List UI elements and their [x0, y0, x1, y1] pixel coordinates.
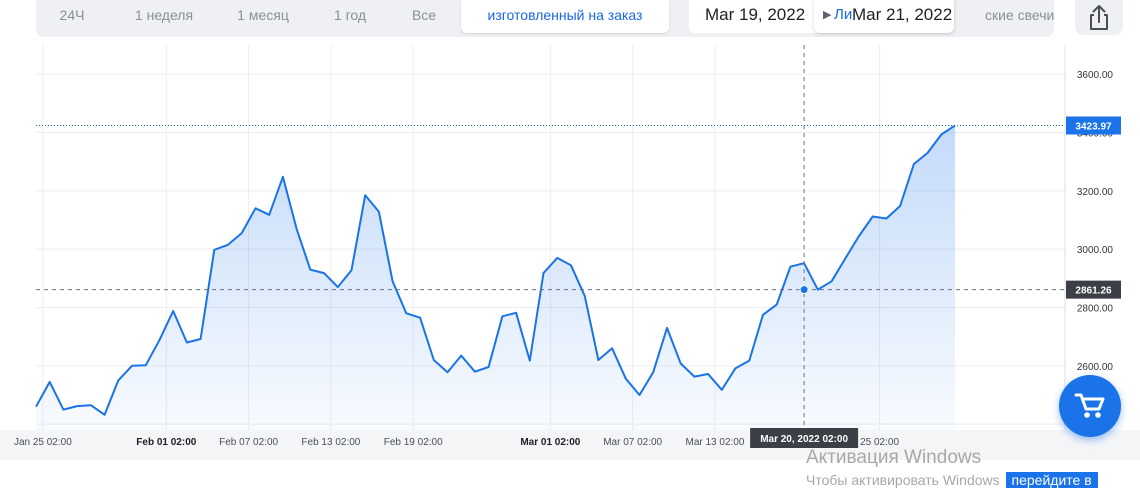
x-tick-label: Mar 07 02:00 — [603, 437, 662, 448]
crosshair-price-label: 2861.26 — [1075, 286, 1112, 297]
x-tick-label: Jan 25 02:00 — [14, 437, 72, 448]
last-price-label: 3423.97 — [1075, 122, 1112, 133]
cart-button[interactable] — [1059, 375, 1121, 437]
crosshair-time-label: Mar 20, 2022 02:00 — [760, 434, 848, 445]
x-tick-label: Feb 07 02:00 — [219, 437, 278, 448]
cart-icon — [1074, 393, 1105, 418]
crosshair-point — [799, 285, 809, 295]
price-chart[interactable]: 2600.002800.003000.003200.003400.003600.… — [0, 0, 1140, 487]
windows-activation-subtitle-tail: перейдите в — [1005, 472, 1098, 488]
x-tick-label: Feb 01 02:00 — [136, 437, 196, 448]
windows-activation-subtitle-text: Чтобы активировать Windows — [806, 472, 1000, 488]
y-tick-label: 2600.00 — [1077, 362, 1114, 373]
x-tick-label: Mar 01 02:00 — [520, 437, 580, 448]
x-tick-label: Mar 13 02:00 — [685, 437, 744, 448]
y-tick-label: 2800.00 — [1077, 304, 1114, 315]
windows-activation-subtitle: Чтобы активировать Windows, перейдите в — [806, 472, 1098, 488]
y-tick-label: 3200.00 — [1077, 187, 1114, 198]
x-tick-label: Feb 19 02:00 — [384, 437, 443, 448]
y-tick-label: 3000.00 — [1077, 245, 1114, 256]
x-tick-label: Feb 13 02:00 — [301, 437, 360, 448]
windows-activation-title: Активация Windows — [806, 447, 982, 468]
series-area — [36, 125, 955, 430]
y-tick-label: 3600.00 — [1077, 70, 1114, 81]
